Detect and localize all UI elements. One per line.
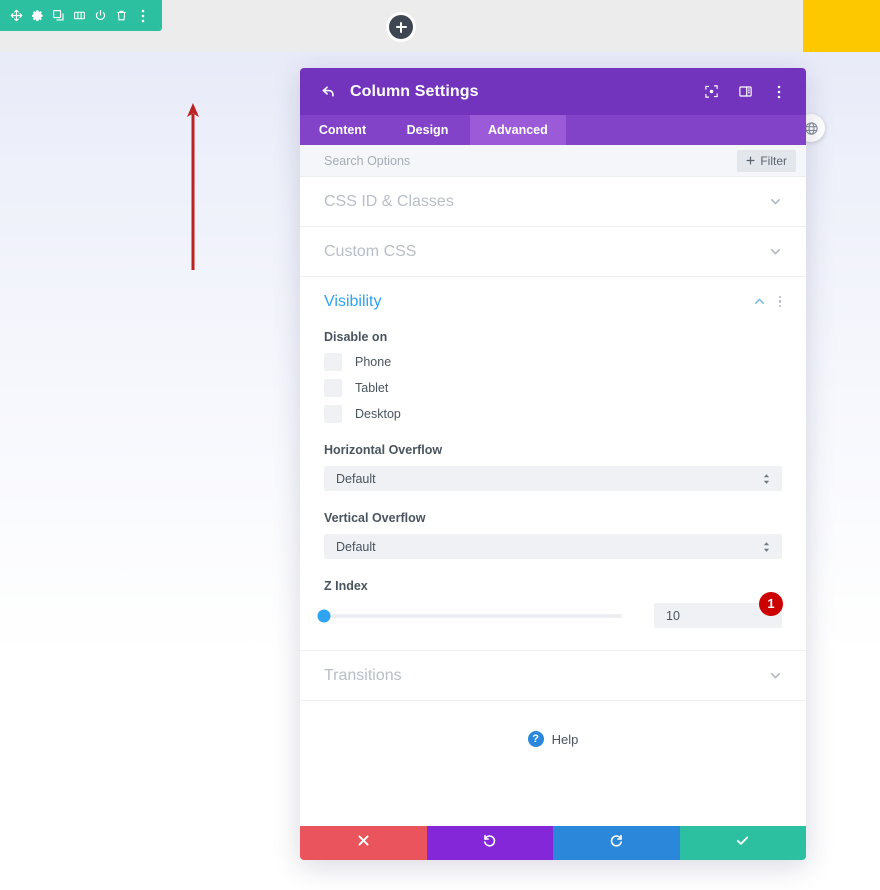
column-settings-modal: Column Settings Content Design Advanced …: [300, 68, 806, 860]
modal-body: CSS ID & Classes Custom CSS Visibility D…: [300, 177, 806, 826]
x-icon: [357, 834, 370, 852]
accordion-controls: [768, 669, 782, 683]
yellow-section-block: [803, 0, 880, 52]
accordion-title: Transitions: [324, 666, 402, 684]
modal-tabs: Content Design Advanced: [300, 115, 806, 145]
chevron-down-icon[interactable]: [768, 669, 782, 683]
tab-content[interactable]: Content: [300, 115, 385, 145]
checkbox-desktop[interactable]: Desktop: [324, 405, 782, 423]
modal-header: Column Settings: [300, 68, 806, 115]
slider-handle[interactable]: [317, 609, 331, 622]
z-index-value: 10: [666, 608, 680, 623]
kebab-icon[interactable]: [770, 83, 788, 101]
checkbox-label: Phone: [355, 355, 392, 369]
redo-button[interactable]: [553, 826, 680, 860]
plus-icon: [746, 154, 755, 168]
trash-icon[interactable]: [111, 5, 132, 26]
select-arrows-icon: [763, 473, 770, 484]
checkbox-label: Desktop: [355, 407, 401, 421]
kebab-icon[interactable]: [778, 294, 782, 310]
visibility-content: Disable on Phone Tablet Desktop Horizont…: [317, 326, 783, 650]
undo-button[interactable]: [426, 826, 553, 860]
check-icon: [735, 833, 750, 853]
select-arrows-icon: [763, 541, 770, 552]
horizontal-overflow-label: Horizontal Overflow: [324, 443, 443, 457]
search-bar: Search Options Filter: [300, 145, 806, 177]
accordion-visibility: Visibility Disable on Phone Tablet Deskt…: [300, 277, 806, 651]
z-index-row: 10: [317, 603, 782, 628]
select-value: Default: [336, 471, 376, 486]
filter-button-label: Filter: [760, 153, 787, 168]
duplicate-icon[interactable]: [48, 5, 69, 26]
back-arrow-icon[interactable]: [318, 82, 338, 102]
tab-advanced[interactable]: Advanced: [470, 115, 566, 145]
help-label: Help: [551, 731, 579, 747]
search-input[interactable]: Search Options: [324, 154, 410, 168]
accordion-controls: [768, 195, 782, 209]
checkbox-label: Tablet: [355, 381, 389, 395]
horizontal-overflow-select[interactable]: Default: [324, 466, 782, 491]
accordion-header[interactable]: CSS ID & Classes: [324, 177, 782, 226]
z-index-slider[interactable]: [317, 609, 622, 622]
kebab-icon[interactable]: [132, 5, 153, 26]
accordion-custom-css: Custom CSS: [300, 227, 806, 277]
accordion-css-id-classes: CSS ID & Classes: [300, 177, 806, 227]
save-button[interactable]: [679, 826, 806, 860]
checkbox-box[interactable]: [324, 379, 342, 397]
accordion-header[interactable]: Transitions: [324, 651, 782, 700]
add-section-button[interactable]: [389, 15, 413, 39]
focus-target-icon[interactable]: [702, 83, 720, 101]
filter-button[interactable]: Filter: [737, 149, 796, 172]
z-index-label: Z Index: [324, 579, 368, 593]
z-index-group: Z Index 10 1: [317, 579, 783, 628]
question-mark-icon: ?: [527, 731, 544, 747]
annotation-badge-1: 1: [759, 591, 783, 616]
power-icon[interactable]: [90, 5, 111, 26]
module-toolbar[interactable]: [0, 0, 162, 31]
accordion-header[interactable]: Custom CSS: [324, 227, 782, 276]
vertical-overflow-select[interactable]: Default: [324, 534, 782, 559]
page-title: Column Settings: [350, 82, 479, 100]
chevron-down-icon[interactable]: [768, 245, 782, 259]
modal-footer: [300, 826, 806, 860]
accordion-title: Custom CSS: [324, 242, 417, 260]
checkbox-box[interactable]: [324, 405, 342, 423]
move-icon[interactable]: [6, 5, 27, 26]
accordion-controls: [752, 294, 782, 310]
modal-header-icons: [702, 83, 788, 101]
accordion-title: CSS ID & Classes: [324, 192, 454, 210]
accordion-title: Visibility: [324, 292, 382, 310]
help-row[interactable]: ? Help: [300, 701, 806, 747]
gear-icon[interactable]: [27, 5, 48, 26]
accordion-transitions: Transitions: [300, 651, 806, 701]
chevron-up-icon[interactable]: [752, 295, 766, 309]
vertical-overflow-label: Vertical Overflow: [324, 511, 426, 525]
checkbox-tablet[interactable]: Tablet: [324, 379, 782, 397]
accordion-controls: [768, 245, 782, 259]
checkbox-phone[interactable]: Phone: [324, 353, 782, 371]
columns-icon[interactable]: [69, 5, 90, 26]
chevron-down-icon[interactable]: [768, 195, 782, 209]
tab-design[interactable]: Design: [385, 115, 470, 145]
disable-on-label: Disable on: [324, 330, 388, 344]
accordion-header[interactable]: Visibility: [324, 277, 782, 326]
horizontal-overflow-group: Horizontal Overflow Default: [324, 443, 782, 491]
cancel-button[interactable]: [300, 826, 427, 860]
undo-icon: [482, 833, 497, 853]
select-value: Default: [336, 539, 376, 554]
layout-panel-icon[interactable]: [736, 83, 754, 101]
vertical-overflow-group: Vertical Overflow Default: [324, 511, 782, 559]
redo-icon: [609, 833, 624, 853]
checkbox-box[interactable]: [324, 353, 342, 371]
